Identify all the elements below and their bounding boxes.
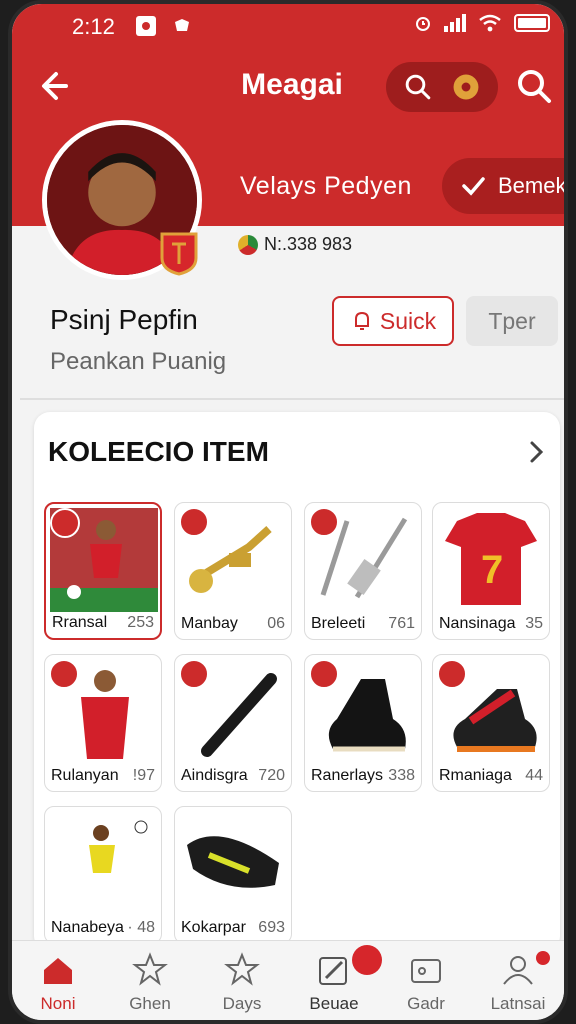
- search-icon[interactable]: [512, 64, 556, 108]
- nav-item-days[interactable]: Days: [196, 941, 288, 1020]
- collection-item[interactable]: Rmaniaga 44: [432, 654, 550, 792]
- follow-button[interactable]: Bemeke: [442, 158, 567, 214]
- secondary-button[interactable]: Tper: [466, 296, 558, 346]
- profile-name: Psinj Pepfin: [50, 304, 198, 335]
- edit-icon: [319, 957, 347, 985]
- gear-icon[interactable]: [448, 69, 484, 105]
- nav-item-gadr[interactable]: Gadr: [380, 941, 472, 1020]
- club-crest-icon: [309, 507, 339, 537]
- collection-item[interactable]: Breleeti 761: [304, 502, 422, 640]
- item-count: 720: [258, 767, 285, 784]
- wallet-icon: [411, 959, 441, 983]
- collection-item[interactable]: 7 Nansinaga 35: [432, 502, 550, 640]
- status-bar: 2:12: [12, 12, 564, 42]
- wifi-icon: [479, 14, 501, 32]
- item-label: Rulanyan: [51, 767, 119, 784]
- page-title: Meagai: [241, 68, 343, 101]
- item-label: Nanabeya: [51, 919, 124, 936]
- item-label: Rmaniaga: [439, 767, 512, 784]
- divider: [20, 398, 564, 400]
- alarm-icon: [416, 17, 430, 31]
- star-icon: [132, 952, 168, 986]
- nav-item-ghen[interactable]: Ghen: [104, 941, 196, 1020]
- collection-card: KOLEECIO ITEM Rransal 253 Manbay 06 Brel…: [34, 412, 560, 952]
- nav-label: Days: [222, 994, 262, 1013]
- item-label: Kokarpar: [181, 919, 246, 936]
- collection-title: KOLEECIO ITEM: [48, 436, 269, 467]
- check-icon: [460, 173, 486, 199]
- member-id: N:.338 983: [238, 234, 352, 255]
- back-arrow-icon[interactable]: [36, 64, 80, 108]
- item-count: 35: [525, 615, 543, 632]
- club-crest-icon: [160, 232, 198, 276]
- quick-button-label: Suick: [379, 307, 437, 334]
- item-label: Rransal: [52, 614, 108, 631]
- star-icon: [224, 952, 260, 986]
- item-count: 06: [267, 615, 285, 632]
- globe-icon: [238, 234, 258, 255]
- nav-item-beuae[interactable]: Beuae: [288, 941, 382, 1020]
- item-count: 253: [127, 614, 154, 631]
- nav-label: Gadr: [407, 994, 445, 1013]
- item-label: Breleeti: [311, 615, 366, 632]
- item-count: · 48: [127, 919, 155, 936]
- nav-label: Ghen: [129, 994, 171, 1013]
- collection-item[interactable]: Rulanyan !97: [44, 654, 162, 792]
- club-crest-icon: [179, 507, 209, 537]
- status-time: 2:12: [72, 14, 115, 39]
- item-count: 44: [525, 767, 543, 784]
- collection-item[interactable]: Manbay 06: [174, 502, 292, 640]
- collection-item[interactable]: Nanabeya · 48: [44, 806, 162, 944]
- club-crest-icon: [179, 659, 209, 689]
- item-count: 761: [388, 615, 415, 632]
- follow-button-label: Bemeke: [498, 173, 567, 198]
- player-photo: [49, 811, 157, 915]
- user-icon: [503, 956, 533, 985]
- quick-button[interactable]: Suick: [332, 296, 454, 346]
- home-icon: [44, 958, 72, 984]
- item-label: Nansinaga: [439, 615, 516, 632]
- nav-label: Noni: [40, 994, 76, 1013]
- phone-screen: 2:12 Meagai Velays Pedyen Bemek N:.338 9…: [8, 0, 568, 1024]
- app-notification-icon: [172, 16, 192, 36]
- bottom-nav: Noni Ghen Days Beuae Gadr Latnsai: [12, 940, 564, 1020]
- bell-icon: [354, 311, 369, 330]
- battery-icon: [514, 14, 550, 32]
- jersey-image: 7: [437, 507, 545, 611]
- collection-item[interactable]: Kokarpar 693: [174, 806, 292, 944]
- boot-image: [179, 811, 287, 915]
- nav-item-profile[interactable]: Latnsai: [472, 941, 564, 1020]
- nav-label: Latnsai: [490, 994, 546, 1013]
- action-pill: [386, 62, 498, 112]
- item-count: 338: [388, 767, 415, 784]
- collection-item[interactable]: Ranerlays 338: [304, 654, 422, 792]
- club-crest-icon: [309, 659, 339, 689]
- item-label: Ranerlays: [311, 767, 384, 784]
- profile-subtitle: Peankan Puanig: [50, 348, 227, 375]
- club-crest-icon: [50, 508, 80, 538]
- club-crest-icon: [437, 659, 467, 689]
- notification-badge: [352, 945, 382, 975]
- item-count: 693: [258, 919, 285, 936]
- signal-icon: [444, 14, 466, 32]
- notification-dot: [536, 951, 550, 965]
- header-tagline: Velays Pedyen: [240, 172, 412, 200]
- nav-item-home[interactable]: Noni: [12, 941, 104, 1020]
- svg-text:7: 7: [481, 548, 503, 592]
- club-crest-icon: [49, 659, 79, 689]
- nav-label: Beuae: [309, 994, 359, 1013]
- collection-item[interactable]: Rransal 253: [44, 502, 162, 640]
- status-right: [414, 14, 550, 32]
- item-label: Aindisgra: [181, 767, 248, 784]
- item-label: Manbay: [181, 615, 238, 632]
- search-icon[interactable]: [400, 69, 436, 105]
- collection-item[interactable]: Aindisgra 720: [174, 654, 292, 792]
- item-count: !97: [132, 767, 155, 784]
- chevron-right-icon[interactable]: [522, 438, 550, 466]
- notification-icon: [136, 16, 156, 36]
- member-id-text: N:.338 983: [264, 234, 353, 254]
